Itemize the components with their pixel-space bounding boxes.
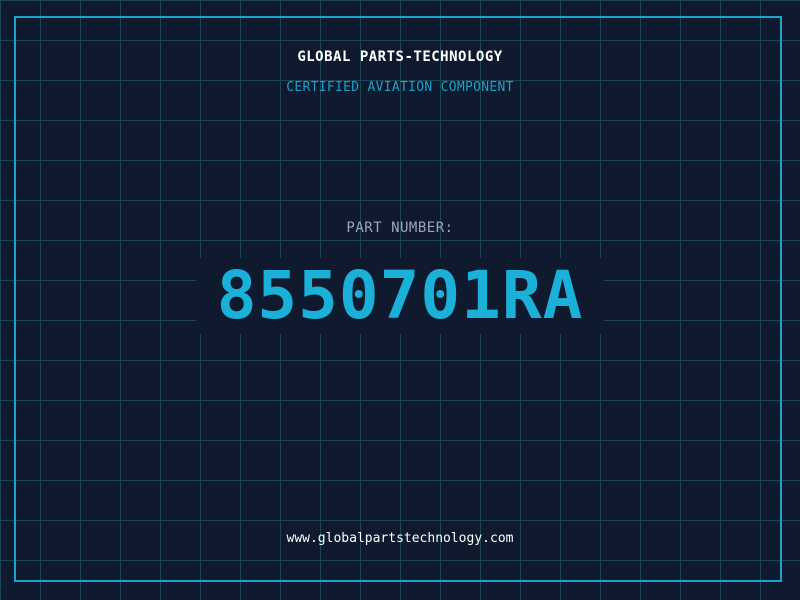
part-number-label: PART NUMBER: [346, 220, 454, 236]
part-number-value: 8550701RA [216, 257, 584, 334]
certification-tagline: CERTIFIED AVIATION COMPONENT [286, 80, 514, 95]
website-url: www.globalpartstechnology.com [286, 531, 514, 546]
company-name: GLOBAL PARTS-TECHNOLOGY [297, 49, 503, 65]
label-card: GLOBAL PARTS-TECHNOLOGY CERTIFIED AVIATI… [0, 0, 800, 600]
